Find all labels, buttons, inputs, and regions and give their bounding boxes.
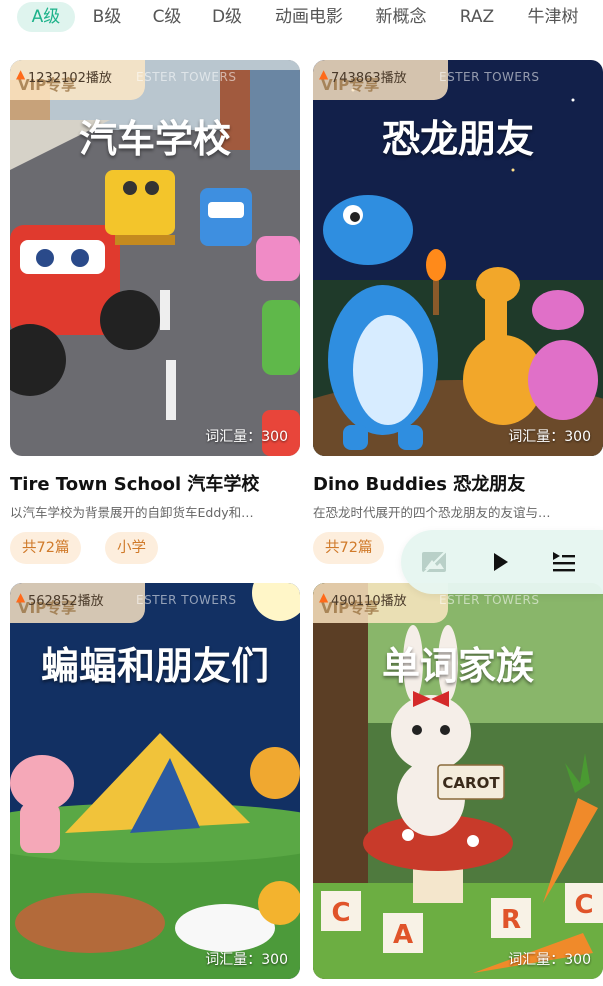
course-card[interactable]: VIP专享 ▲ 562852播放 ESTER TOWERS 蝙蝠和朋友们 词汇量… <box>10 583 300 979</box>
lesson-count-tag: 共72篇 <box>10 532 82 564</box>
tab-d-level[interactable]: D级 <box>202 2 252 32</box>
cover-title: 单词家族 <box>381 643 534 688</box>
vocabulary-count: 词汇量：300 <box>508 429 591 445</box>
lesson-count-tag: 共72篇 <box>313 532 385 564</box>
flame-icon: ▲ <box>319 67 329 81</box>
watermark: ESTER TOWERS <box>439 70 540 84</box>
flame-icon: ▲ <box>319 590 329 604</box>
course-card[interactable]: CAROT C A R C VIP专享 ▲ 490110播放 ESTER TOW… <box>313 583 603 979</box>
play-count-badge: VIP专享 ▲ 562852播放 <box>10 583 145 623</box>
course-cover[interactable]: VIP专享 ▲ 562852播放 ESTER TOWERS 蝙蝠和朋友们 词汇量… <box>10 583 300 979</box>
tab-c-level[interactable]: C级 <box>142 2 192 32</box>
play-count: 562852播放 <box>28 594 104 609</box>
mini-player <box>401 530 603 594</box>
letter-block-c: C <box>331 898 350 928</box>
playlist-icon[interactable] <box>549 547 579 577</box>
sign-text: CAROT <box>442 774 500 792</box>
cover-title: 恐龙朋友 <box>381 116 534 161</box>
course-title[interactable]: Tire Town School 汽车学校 <box>10 470 259 496</box>
flame-icon: ▲ <box>16 67 26 81</box>
cover-title: 汽车学校 <box>78 116 231 161</box>
vocabulary-count: 词汇量：300 <box>205 429 288 445</box>
course-description: 以汽车学校为背景展开的自卸货车Eddy和… <box>10 505 254 520</box>
play-count-badge: VIP专享 ▲ 1232102播放 <box>10 60 145 100</box>
course-description: 在恐龙时代展开的四个恐龙朋友的友谊与… <box>313 505 551 520</box>
play-count: 490110播放 <box>331 594 407 609</box>
vocabulary-count: 词汇量：300 <box>508 952 591 968</box>
course-title[interactable]: Dino Buddies 恐龙朋友 <box>313 470 525 496</box>
play-icon[interactable] <box>485 547 515 577</box>
flame-icon: ▲ <box>16 590 26 604</box>
watermark: ESTER TOWERS <box>136 70 237 84</box>
grade-tag: 小学 <box>105 532 158 564</box>
course-cover[interactable]: VIP专享 ▲ 1232102播放 ESTER TOWERS 汽车学校 词汇量：… <box>10 60 300 456</box>
tab-animated-movies[interactable]: 动画电影 <box>266 2 352 32</box>
play-count: 743863播放 <box>331 71 407 86</box>
course-cover[interactable]: VIP专享 ▲ 743863播放 ESTER TOWERS 恐龙朋友 词汇量：3… <box>313 60 603 456</box>
course-cover[interactable]: CAROT C A R C VIP专享 ▲ 490110播放 ESTER TOW… <box>313 583 603 979</box>
category-tabs: A级 B级 C级 D级 动画电影 新概念 RAZ 牛津树 <box>0 0 603 34</box>
tab-a-level[interactable]: A级 <box>17 2 75 32</box>
watermark: ESTER TOWERS <box>136 593 237 607</box>
vocabulary-count: 词汇量：300 <box>205 952 288 968</box>
letter-block-r: R <box>501 905 521 935</box>
play-count-badge: VIP专享 ▲ 743863播放 <box>313 60 448 100</box>
play-count: 1232102播放 <box>28 71 112 86</box>
letter-block-a: A <box>393 920 413 950</box>
tab-b-level[interactable]: B级 <box>82 2 132 32</box>
image-placeholder-icon[interactable] <box>419 547 449 577</box>
watermark: ESTER TOWERS <box>439 593 540 607</box>
letter-block-c: C <box>574 890 593 920</box>
tab-new-concept[interactable]: 新概念 <box>368 2 434 32</box>
tab-oxford-tree[interactable]: 牛津树 <box>520 2 586 32</box>
tab-raz[interactable]: RAZ <box>452 2 502 32</box>
cover-title: 蝙蝠和朋友们 <box>40 643 269 688</box>
